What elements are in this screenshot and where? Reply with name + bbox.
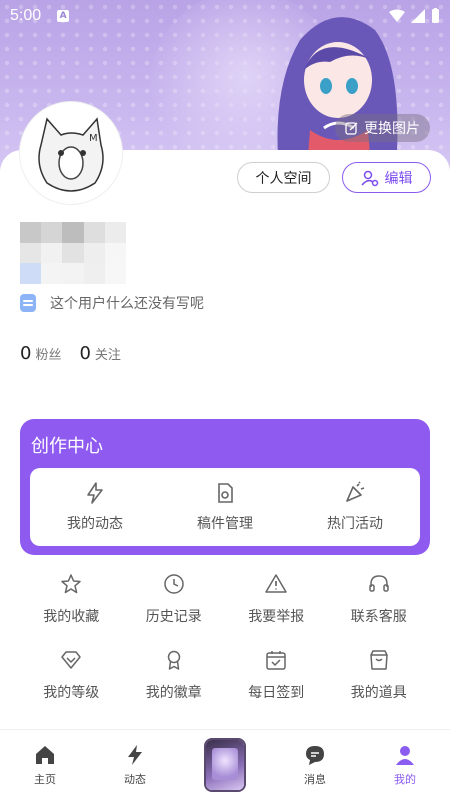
feature-label: 我的收藏 (43, 609, 100, 625)
feature-report[interactable]: 我要举报 (225, 572, 328, 626)
lightning-icon (128, 745, 142, 765)
creation-center: 创作中心 我的动态 稿件管理 热门活动 (20, 419, 430, 555)
status-time: 5:00 (10, 7, 42, 24)
username-redacted (20, 222, 126, 284)
follow-stats: 0 粉丝 0 关注 (20, 343, 135, 364)
tool-label: 稿件管理 (197, 516, 253, 532)
tab-home[interactable]: 主页 (0, 730, 90, 800)
bag-icon (370, 650, 388, 670)
chat-icon (306, 746, 324, 765)
feature-label: 历史记录 (145, 609, 202, 625)
follow-label[interactable]: 关注 (95, 344, 121, 363)
avatar-illustration: M (23, 105, 119, 201)
bottom-tab-bar: 主页 动态 消息 我的 (0, 729, 450, 800)
svg-text:M: M (89, 133, 98, 144)
creation-center-title: 创作中心 (31, 436, 103, 457)
bio-text: 这个用户什么还没有写呢 (50, 296, 204, 312)
feature-label: 我的等级 (43, 685, 100, 701)
badge-icon (167, 650, 180, 670)
feature-label: 我的徽章 (145, 685, 202, 701)
wifi-icon (389, 9, 405, 22)
feature-history[interactable]: 历史记录 (123, 572, 226, 626)
change-background-label: 更换图片 (364, 121, 420, 137)
fans-count[interactable]: 0 (20, 343, 31, 364)
party-popper-icon (346, 481, 365, 502)
feature-customer-service[interactable]: 联系客服 (328, 572, 431, 626)
feature-badges[interactable]: 我的徽章 (123, 648, 226, 702)
tool-hot-events[interactable]: 热门活动 (290, 468, 420, 546)
feature-label: 每日签到 (248, 685, 305, 701)
edit-icon (345, 122, 358, 135)
notification-a-icon: A (57, 10, 70, 22)
lightning-icon (87, 482, 103, 504)
fans-label[interactable]: 粉丝 (35, 344, 61, 363)
tool-label: 热门活动 (327, 516, 383, 532)
follow-count[interactable]: 0 (79, 343, 90, 364)
feature-label: 我要举报 (248, 609, 305, 625)
edit-profile-label: 编辑 (384, 170, 413, 187)
file-gear-icon (218, 483, 233, 503)
user-bio: 这个用户什么还没有写呢 (20, 293, 204, 313)
calendar-check-icon (266, 651, 286, 670)
signal-icon (411, 9, 425, 23)
features-grid: 我的收藏 历史记录 我要举报 联系客服 我的等级 我的徽章 每日签到 我的道具 (20, 572, 430, 702)
diamond-icon (61, 651, 81, 669)
clock-icon (164, 574, 184, 594)
tool-label: 我的动态 (67, 516, 123, 532)
feature-level[interactable]: 我的等级 (20, 648, 123, 702)
user-settings-icon (360, 170, 378, 186)
center-thumbnail-image (206, 740, 244, 790)
feature-items[interactable]: 我的道具 (328, 648, 431, 702)
change-background-button[interactable]: 更换图片 (335, 114, 430, 142)
avatar[interactable]: M (20, 102, 122, 204)
personal-space-button[interactable]: 个人空间 (237, 162, 330, 193)
status-bar: 5:00 A (0, 0, 450, 32)
edit-profile-button[interactable]: 编辑 (342, 162, 431, 193)
star-icon (61, 574, 81, 594)
tab-profile[interactable]: 我的 (360, 730, 450, 800)
tool-manuscript-management[interactable]: 稿件管理 (160, 468, 290, 546)
battery-icon (432, 8, 439, 23)
feature-daily-checkin[interactable]: 每日签到 (225, 648, 328, 702)
headset-icon (369, 575, 389, 592)
feature-label: 我的道具 (350, 685, 407, 701)
feature-label: 联系客服 (350, 609, 407, 625)
feature-favorites[interactable]: 我的收藏 (20, 572, 123, 626)
tab-label: 主页 (34, 773, 56, 786)
creation-tools: 我的动态 稿件管理 热门活动 (30, 468, 420, 546)
status-icons (389, 8, 440, 24)
tab-messages[interactable]: 消息 (270, 730, 360, 800)
user-icon (396, 746, 414, 765)
home-icon (36, 746, 54, 764)
tab-label: 我的 (394, 773, 416, 786)
tab-label: 消息 (304, 773, 326, 786)
tab-label: 动态 (124, 773, 146, 786)
tab-feed[interactable]: 动态 (90, 730, 180, 800)
tool-my-posts[interactable]: 我的动态 (30, 468, 160, 546)
document-icon (20, 294, 36, 312)
warning-icon (265, 574, 287, 593)
tab-center-thumbnail[interactable] (180, 730, 270, 800)
